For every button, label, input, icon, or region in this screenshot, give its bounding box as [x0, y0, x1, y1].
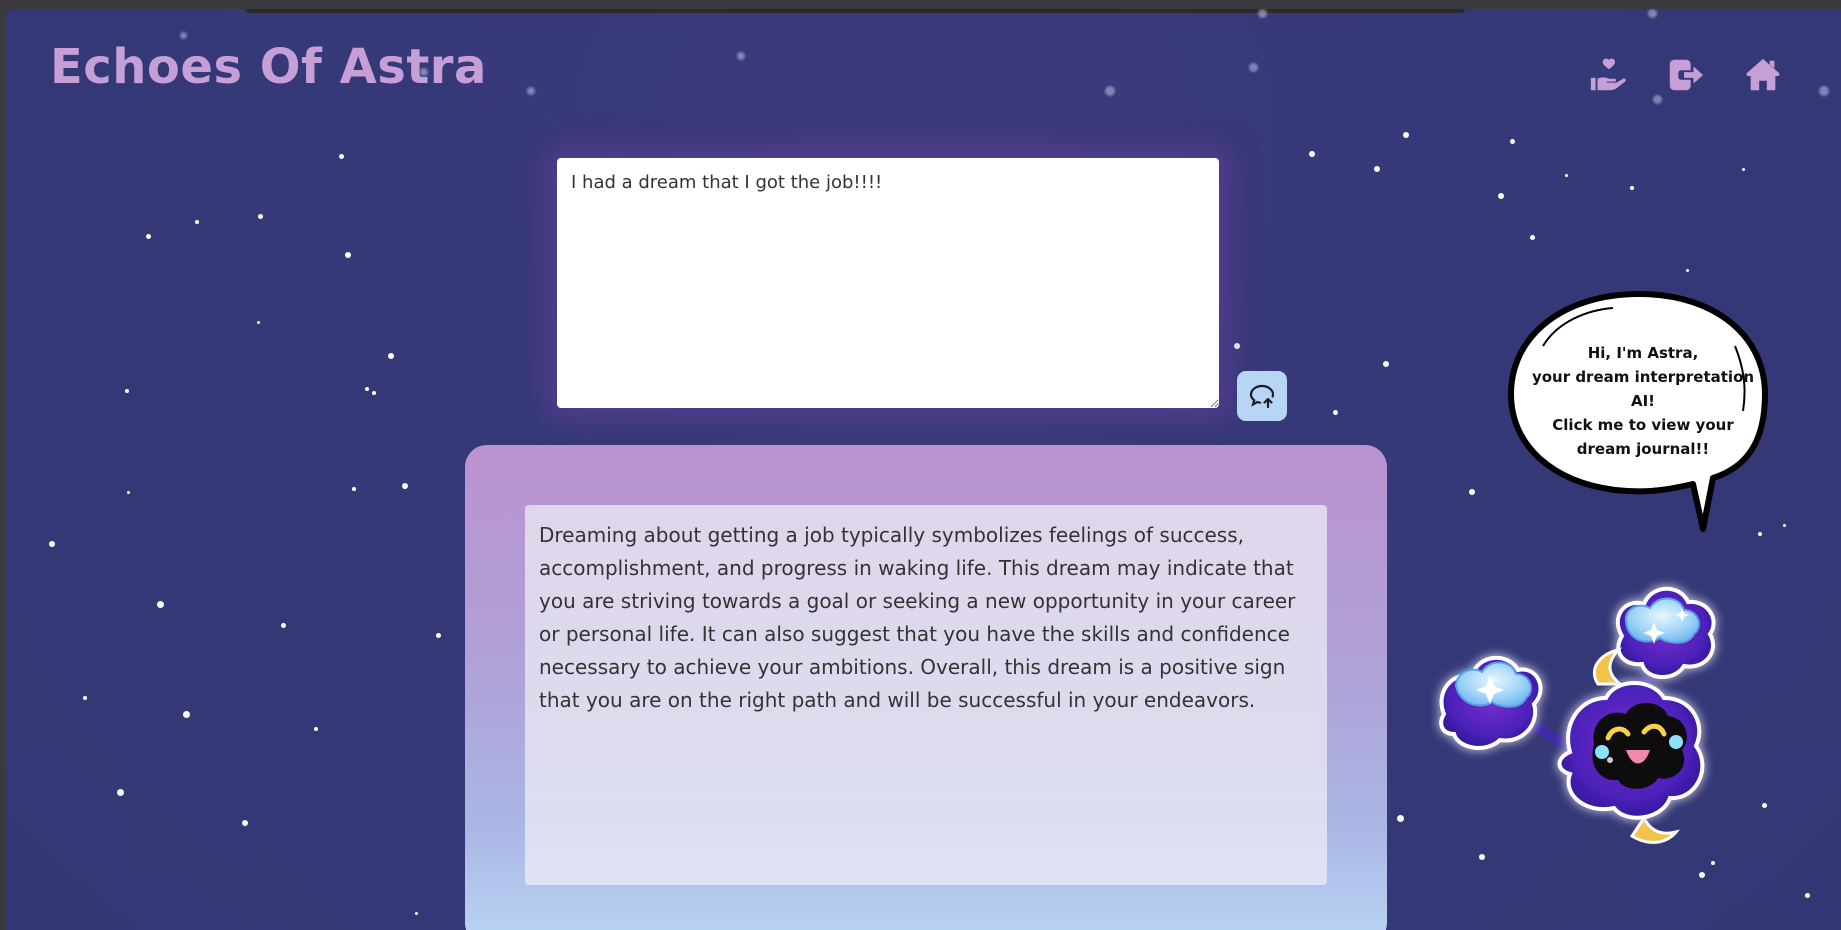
astra-mascot-icon[interactable]: [1430, 574, 1750, 864]
dream-journal-button[interactable]: [1585, 55, 1629, 95]
chat-upload-icon: [1249, 384, 1275, 409]
logout-icon: [1669, 59, 1704, 91]
logout-button[interactable]: [1663, 55, 1707, 95]
bubble-line: Click me to view your: [1552, 416, 1734, 434]
home-button[interactable]: [1741, 55, 1785, 95]
hand-heart-icon: [1590, 58, 1626, 91]
browser-edge: [245, 9, 1465, 13]
top-nav: [1585, 55, 1785, 95]
bubble-line: Hi, I'm Astra,: [1587, 344, 1699, 362]
app-title[interactable]: Echoes Of Astra: [50, 39, 487, 95]
bubble-line: your dream interpretation AI!: [1531, 368, 1755, 410]
bubble-text: Hi, I'm Astra, your dream interpretation…: [1523, 341, 1763, 461]
home-icon: [1746, 58, 1780, 91]
app-window: Echoes Of Astra I had a dream that I got…: [5, 9, 1841, 930]
submit-dream-button[interactable]: [1237, 371, 1287, 421]
astra-speech-bubble[interactable]: Hi, I'm Astra, your dream interpretation…: [1503, 286, 1773, 536]
dream-input[interactable]: I had a dream that I got the job!!!!: [557, 158, 1219, 408]
bubble-line: dream journal!!: [1576, 440, 1710, 458]
interpretation-card: Dreaming about getting a job typically s…: [465, 445, 1387, 930]
interpretation-text: Dreaming about getting a job typically s…: [525, 505, 1327, 885]
